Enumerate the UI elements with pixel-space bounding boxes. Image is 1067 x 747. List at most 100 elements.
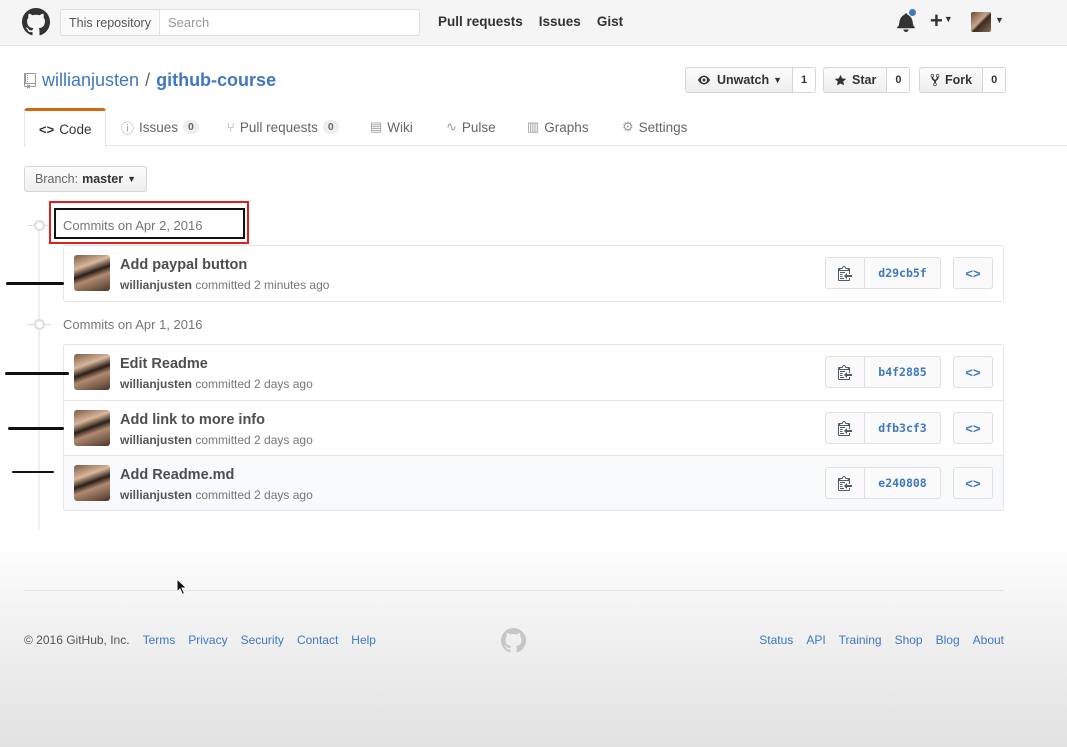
commit-author-link[interactable]: willianjusten — [120, 488, 192, 502]
tab-pull-requests[interactable]: ⑂ Pull requests 0 — [227, 108, 339, 146]
pulls-count-badge: 0 — [322, 120, 339, 134]
annotation-mark — [5, 372, 69, 375]
timeline-line — [38, 222, 40, 530]
commit-author-avatar[interactable] — [74, 255, 110, 291]
chevron-down-icon: ▼ — [943, 14, 953, 25]
commit-row: Add paypal button willianjusten committe… — [64, 246, 1003, 301]
footer-link-contact[interactable]: Contact — [297, 633, 338, 647]
commit-sha-button[interactable]: dfb3cf3 — [864, 412, 941, 444]
code-brackets-icon: <> — [965, 364, 981, 380]
code-brackets-icon: <> — [965, 420, 981, 436]
fork-count[interactable]: 0 — [983, 67, 1007, 93]
commit-row: Add Readme.md willianjusten committed 2 … — [64, 455, 1003, 510]
commit-author-avatar[interactable] — [74, 465, 110, 501]
clipboard-icon — [838, 365, 852, 380]
commit-author-avatar[interactable] — [74, 354, 110, 390]
footer-link-blog[interactable]: Blog — [936, 633, 960, 647]
tab-issues[interactable]: ⓘ Issues 0 — [121, 108, 199, 146]
tab-wiki[interactable]: ▤ Wiki — [370, 108, 413, 146]
code-icon: <> — [39, 121, 55, 137]
browse-code-button[interactable]: <> — [953, 356, 993, 388]
commit-sha-button[interactable]: e240808 — [864, 467, 941, 499]
star-count[interactable]: 0 — [887, 67, 911, 93]
annotation-mark — [6, 282, 64, 285]
repo-tabs: <> Code ⓘ Issues 0 ⑂ Pull requests 0 ▤ W… — [24, 108, 1067, 147]
tab-code[interactable]: <> Code — [24, 108, 107, 147]
fork-label: Fork — [945, 73, 973, 87]
commit-meta: willianjusten committed 2 days ago — [120, 377, 313, 391]
unwatch-button[interactable]: Unwatch ▼ — [685, 67, 794, 93]
tab-graphs-label: Graphs — [544, 119, 589, 135]
commit-author-link[interactable]: willianjusten — [120, 433, 192, 447]
fork-button[interactable]: Fork — [919, 67, 984, 93]
commit-time: committed 2 minutes ago — [195, 278, 330, 292]
nav-pull-requests[interactable]: Pull requests — [438, 14, 523, 29]
annotation-mark — [8, 427, 64, 430]
commit-message-link[interactable]: Add link to more info — [120, 412, 265, 428]
issues-count-badge: 0 — [183, 120, 199, 134]
commit-message-link[interactable]: Add Readme.md — [120, 467, 234, 483]
code-brackets-icon: <> — [965, 475, 981, 491]
copy-sha-button[interactable] — [825, 412, 865, 444]
chevron-down-icon[interactable]: ▼ — [995, 15, 1004, 25]
browse-code-button[interactable]: <> — [953, 467, 993, 499]
fork-group: Fork 0 — [919, 67, 1007, 93]
commit-sha-button[interactable]: d29cb5f — [864, 257, 941, 289]
copy-sha-button[interactable] — [825, 467, 865, 499]
tab-settings[interactable]: ⚙ Settings — [622, 108, 687, 146]
commit-message-link[interactable]: Add paypal button — [120, 257, 247, 273]
copy-sha-button[interactable] — [825, 356, 865, 388]
user-avatar[interactable] — [971, 12, 991, 32]
tab-issues-label: Issues — [139, 119, 179, 135]
repo-book-icon — [24, 72, 36, 89]
commit-message-link[interactable]: Edit Readme — [120, 356, 208, 372]
branch-label: Branch: — [35, 172, 79, 186]
footer-link-about[interactable]: About — [973, 633, 1004, 647]
commit-group-dot-icon — [28, 319, 51, 330]
copy-sha-button[interactable] — [825, 257, 865, 289]
footer-link-terms[interactable]: Terms — [143, 633, 176, 647]
search-input[interactable] — [159, 15, 400, 30]
commit-sha-button[interactable]: b4f2885 — [864, 356, 941, 388]
book-icon: ▤ — [370, 119, 383, 134]
pull-request-icon: ⑂ — [227, 119, 235, 135]
commit-author-link[interactable]: willianjusten — [120, 278, 192, 292]
footer-link-status[interactable]: Status — [759, 633, 793, 647]
repo-owner-link[interactable]: willianjusten — [42, 70, 139, 91]
repo-separator: / — [145, 70, 151, 90]
github-logo-icon[interactable] — [501, 628, 526, 653]
footer-link-api[interactable]: API — [806, 633, 825, 647]
commit-time: committed 2 days ago — [195, 377, 313, 391]
commit-meta: willianjusten committed 2 days ago — [120, 488, 313, 502]
create-new-button[interactable]: +▼ — [930, 8, 953, 34]
tab-pulse-label: Pulse — [461, 119, 496, 135]
commit-author-link[interactable]: willianjusten — [120, 377, 192, 391]
fork-icon — [930, 73, 940, 87]
star-button[interactable]: Star — [823, 67, 888, 93]
footer-link-shop[interactable]: Shop — [895, 633, 923, 647]
clipboard-icon — [838, 421, 852, 436]
tab-pulse[interactable]: ∿ Pulse — [446, 108, 496, 146]
clipboard-icon — [838, 476, 852, 491]
search-scope[interactable]: This repository — [61, 10, 160, 35]
footer-link-privacy[interactable]: Privacy — [188, 633, 227, 647]
commit-row: Edit Readme willianjusten committed 2 da… — [64, 345, 1003, 400]
issue-opened-icon: ⓘ — [121, 120, 135, 136]
branch-select-button[interactable]: Branch: master ▼ — [24, 166, 148, 192]
browse-code-button[interactable]: <> — [953, 412, 993, 444]
footer-right: Status API Training Shop Blog About — [759, 633, 1004, 647]
footer-copyright: © 2016 GitHub, Inc. — [24, 633, 130, 647]
footer-link-training[interactable]: Training — [839, 633, 882, 647]
github-logo-icon[interactable] — [22, 8, 50, 36]
pulse-icon: ∿ — [446, 119, 457, 134]
nav-issues[interactable]: Issues — [539, 14, 581, 29]
commit-author-avatar[interactable] — [74, 410, 110, 446]
browse-code-button[interactable]: <> — [953, 257, 993, 289]
tab-graphs[interactable]: ▥ Graphs — [527, 108, 589, 146]
footer-link-security[interactable]: Security — [241, 633, 284, 647]
nav-gist[interactable]: Gist — [597, 14, 623, 29]
top-nav: Pull requests Issues Gist — [438, 14, 623, 29]
repo-name-link[interactable]: github-course — [156, 70, 276, 91]
footer-link-help[interactable]: Help — [351, 633, 376, 647]
watch-count[interactable]: 1 — [793, 67, 817, 93]
